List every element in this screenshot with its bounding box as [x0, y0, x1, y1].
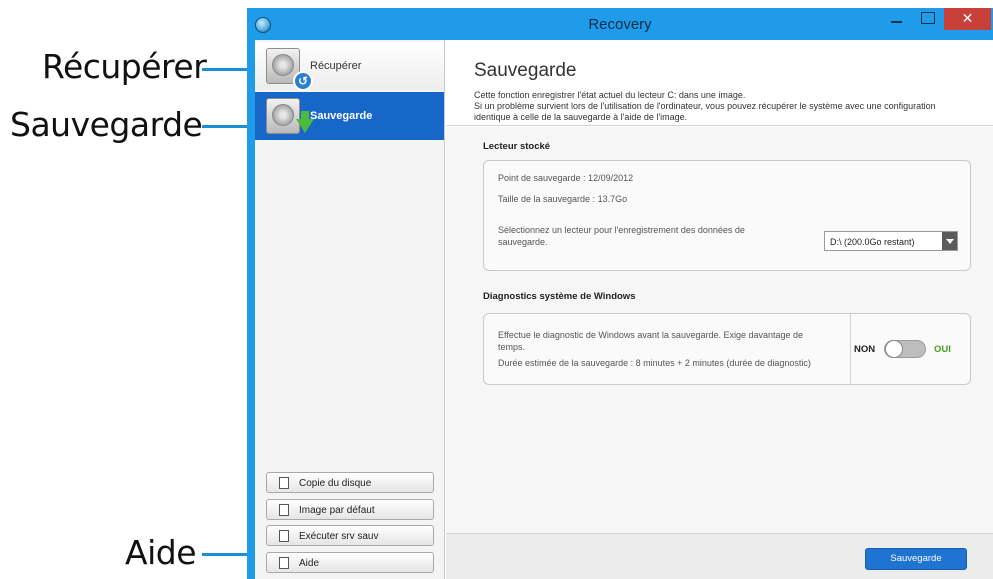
- disk-copy-icon: [279, 477, 289, 489]
- drive-select-prompt-cont: sauvegarde.: [498, 237, 548, 247]
- diagnostics-desc-cont: temps.: [498, 342, 526, 352]
- toggle-off-label: NON: [854, 344, 876, 355]
- default-image-label: Image par défaut: [299, 505, 375, 516]
- disk-copy-label: Copie du disque: [299, 478, 372, 489]
- sidebar-item-label: Récupérer: [310, 60, 362, 72]
- description-line: Cette fonction enregistrer l'état actuel…: [474, 90, 746, 100]
- callout-sauvegarde: Sauvegarde: [10, 105, 203, 144]
- diagnostics-panel: Effectue le diagnostic de Windows avant …: [483, 313, 971, 385]
- restore-arrow-icon: ↺: [293, 71, 313, 91]
- maximize-button[interactable]: [915, 8, 941, 30]
- footer-bar: Sauvegarde: [446, 533, 993, 579]
- drive-select-prompt: Sélectionnez un lecteur pour l'enregistr…: [498, 225, 745, 235]
- help-icon: [279, 557, 289, 569]
- sidebar: ↺ Récupérer Sauvegarde Copie du disque I…: [255, 40, 445, 579]
- chevron-down-icon: [942, 232, 957, 250]
- default-image-icon: [279, 504, 289, 516]
- divider: [850, 314, 851, 384]
- sauvegarde-button[interactable]: Sauvegarde: [865, 548, 967, 570]
- diagnostics-toggle[interactable]: [884, 340, 926, 358]
- run-backup-label: Exécuter srv sauv: [299, 531, 379, 542]
- sidebar-item-label: Sauvegarde: [310, 110, 373, 122]
- toggle-on-label: OUI: [934, 344, 951, 355]
- storage-section-title: Lecteur stocké: [483, 141, 551, 152]
- diagnostics-section-title: Diagnostics système de Windows: [483, 291, 636, 302]
- window-title: Recovery: [588, 16, 652, 33]
- default-image-button[interactable]: Image par défaut: [266, 499, 434, 520]
- backup-point-text: Point de sauvegarde : 12/09/2012: [498, 173, 634, 183]
- diagnostics-desc: Effectue le diagnostic de Windows avant …: [498, 330, 804, 340]
- storage-panel: Point de sauvegarde : 12/09/2012 Taille …: [483, 160, 971, 271]
- help-label: Aide: [299, 558, 320, 569]
- description-line: Si un problème survient lors de l'utilis…: [474, 101, 936, 111]
- minimize-button[interactable]: [883, 8, 911, 30]
- run-backup-icon: [279, 530, 289, 542]
- run-backup-button[interactable]: Exécuter srv sauv: [266, 525, 434, 546]
- backup-size-text: Taille de la sauvegarde : 13.7Go: [498, 194, 628, 204]
- disk-copy-button[interactable]: Copie du disque: [266, 472, 434, 493]
- close-button[interactable]: ✕: [944, 8, 991, 30]
- page-header: Sauvegarde Cette fonction enregistrer l'…: [446, 40, 993, 126]
- diagnostics-duration: Durée estimée de la sauvegarde : 8 minut…: [498, 358, 811, 368]
- drive-select-dropdown[interactable]: D:\ (200.0Go restant): [824, 231, 958, 251]
- description-line: identique à celle de la sauvegarde à l'a…: [474, 112, 688, 122]
- recovery-window: Recovery ✕ ↺ Récupérer Sauvegarde Copie …: [247, 8, 993, 579]
- title-bar[interactable]: Recovery ✕: [247, 8, 993, 40]
- main-panel: Sauvegarde Cette fonction enregistrer l'…: [446, 40, 993, 579]
- callout-aide: Aide: [125, 533, 197, 572]
- callout-recuperer: Récupérer: [42, 47, 207, 86]
- content-area: Lecteur stocké Point de sauvegarde : 12/…: [446, 127, 993, 533]
- backup-drive-icon: [266, 98, 314, 134]
- sidebar-item-sauvegarde[interactable]: Sauvegarde: [255, 92, 444, 140]
- sidebar-item-recuperer[interactable]: ↺ Récupérer: [255, 42, 444, 91]
- help-button[interactable]: Aide: [266, 552, 434, 573]
- page-title: Sauvegarde: [474, 60, 577, 81]
- drive-select-value: D:\ (200.0Go restant): [830, 237, 915, 247]
- toggle-knob[interactable]: [885, 340, 903, 358]
- restore-drive-icon: ↺: [266, 48, 313, 91]
- window-client: ↺ Récupérer Sauvegarde Copie du disque I…: [255, 40, 993, 579]
